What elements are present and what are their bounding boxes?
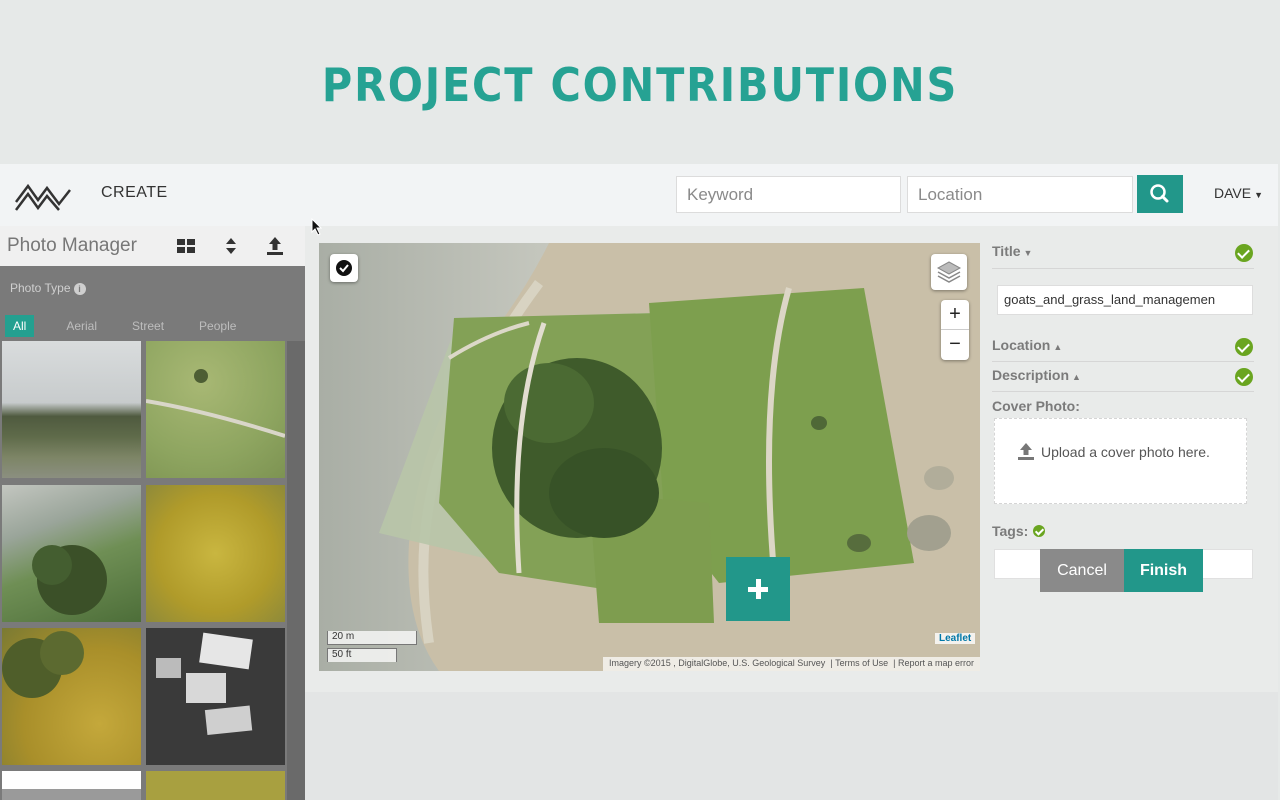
upload-button[interactable]	[260, 231, 290, 261]
upload-icon	[1018, 443, 1034, 460]
title-label[interactable]: Title ▼	[992, 243, 1032, 259]
tags-label: Tags:	[992, 523, 1029, 539]
divider	[992, 391, 1254, 392]
sort-icon	[226, 238, 236, 254]
photo-manager-header: Photo Manager	[0, 226, 305, 266]
finish-button[interactable]: Finish	[1124, 549, 1203, 592]
location-label[interactable]: Location ▲	[992, 337, 1062, 353]
photo-grid	[0, 341, 286, 800]
grid-icon	[177, 239, 195, 253]
title-input[interactable]: goats_and_grass_land_managemen	[997, 285, 1253, 315]
filter-people[interactable]: People	[191, 315, 244, 337]
footer-bar	[305, 692, 1278, 800]
photo-thumbnail-6[interactable]	[146, 628, 285, 765]
zoom-out-button[interactable]: −	[941, 330, 969, 360]
photo-thumbnail-1[interactable]	[2, 341, 141, 478]
filter-street[interactable]: Street	[124, 315, 172, 337]
photo-thumbnail-8[interactable]	[146, 771, 285, 800]
user-name: DAVE	[1214, 185, 1252, 201]
map-attribution: Imagery ©2015 , DigitalGlobe, U.S. Geolo…	[603, 657, 980, 671]
map-select-toggle[interactable]	[330, 254, 358, 282]
divider	[992, 268, 1254, 269]
location-check-icon	[1235, 338, 1253, 356]
divider	[992, 361, 1254, 362]
zoom-in-button[interactable]: +	[941, 300, 969, 330]
grid-view-button[interactable]	[171, 231, 201, 261]
imagery-credit: Imagery ©2015 , DigitalGlobe, U.S. Geolo…	[609, 658, 826, 668]
upload-cover-text: Upload a cover photo here.	[1041, 444, 1210, 460]
mountain-logo-icon[interactable]	[14, 176, 72, 212]
photo-manager-title: Photo Manager	[7, 235, 137, 256]
scale-imperial: 50 ft	[327, 648, 397, 662]
description-check-icon	[1235, 368, 1253, 386]
location-input[interactable]	[907, 176, 1133, 213]
create-link[interactable]: CREATE	[101, 184, 168, 202]
terms-link[interactable]: Terms of Use	[835, 658, 888, 668]
user-menu[interactable]: DAVE ▼	[1214, 185, 1263, 201]
cover-photo-dropzone[interactable]: Upload a cover photo here.	[994, 418, 1247, 504]
app-window: CREATE DAVE▼ Photo Manager	[0, 164, 1278, 800]
photo-thumbnail-2[interactable]	[146, 341, 285, 478]
photo-thumbnail-5[interactable]	[2, 628, 141, 765]
layers-icon	[936, 261, 962, 283]
page-headline: PROJECT CONTRIBUTIONS	[321, 58, 959, 112]
description-label[interactable]: Description ▲	[992, 367, 1081, 383]
photo-type-filters: All Aerial Street People	[5, 315, 263, 337]
caret-down-icon: ▼	[1023, 248, 1033, 258]
caret-down-icon: ▼	[1254, 190, 1264, 200]
title-check-icon	[1235, 244, 1253, 262]
cancel-button[interactable]: Cancel	[1040, 549, 1124, 592]
photo-thumbnail-7[interactable]	[2, 771, 141, 800]
caret-up-icon: ▲	[1053, 342, 1063, 352]
add-button[interactable]	[726, 557, 790, 621]
photo-type-text: Photo Type	[10, 281, 71, 295]
layers-button[interactable]	[931, 254, 967, 290]
filter-all[interactable]: All	[5, 315, 35, 337]
photo-grid-scrollbar[interactable]	[287, 341, 305, 800]
upload-icon	[267, 237, 283, 255]
cover-photo-label: Cover Photo:	[992, 398, 1080, 414]
photo-thumbnail-3[interactable]	[2, 485, 141, 622]
top-nav: CREATE DAVE▼	[0, 164, 1278, 226]
mouse-cursor-icon	[311, 218, 323, 236]
scale-metric: 20 m	[327, 631, 417, 645]
leaflet-link[interactable]: Leaflet	[935, 633, 976, 644]
report-error-link[interactable]: Report a map error	[898, 658, 974, 668]
search-button[interactable]	[1137, 175, 1183, 213]
tags-check-icon	[1033, 525, 1045, 537]
filter-aerial[interactable]: Aerial	[58, 315, 105, 337]
title-label-text: Title	[992, 243, 1021, 259]
photo-manager-panel: Photo Manager Photo Type i All Aerial St…	[0, 226, 305, 800]
caret-up-icon: ▲	[1072, 372, 1081, 382]
search-icon	[1150, 184, 1169, 203]
keyword-input[interactable]	[676, 176, 901, 213]
map-view[interactable]: + − Leaflet 20 m 50 ft Imagery ©2015 , D…	[319, 243, 980, 671]
check-circle-icon	[336, 260, 352, 276]
sort-button[interactable]	[216, 231, 246, 261]
description-label-text: Description	[992, 367, 1070, 383]
zoom-control: + −	[941, 300, 969, 360]
photo-thumbnail-4[interactable]	[146, 485, 285, 622]
info-icon[interactable]: i	[73, 283, 86, 295]
photo-type-label: Photo Type i	[10, 281, 86, 295]
aerial-imagery	[319, 243, 980, 671]
location-label-text: Location	[992, 337, 1051, 353]
